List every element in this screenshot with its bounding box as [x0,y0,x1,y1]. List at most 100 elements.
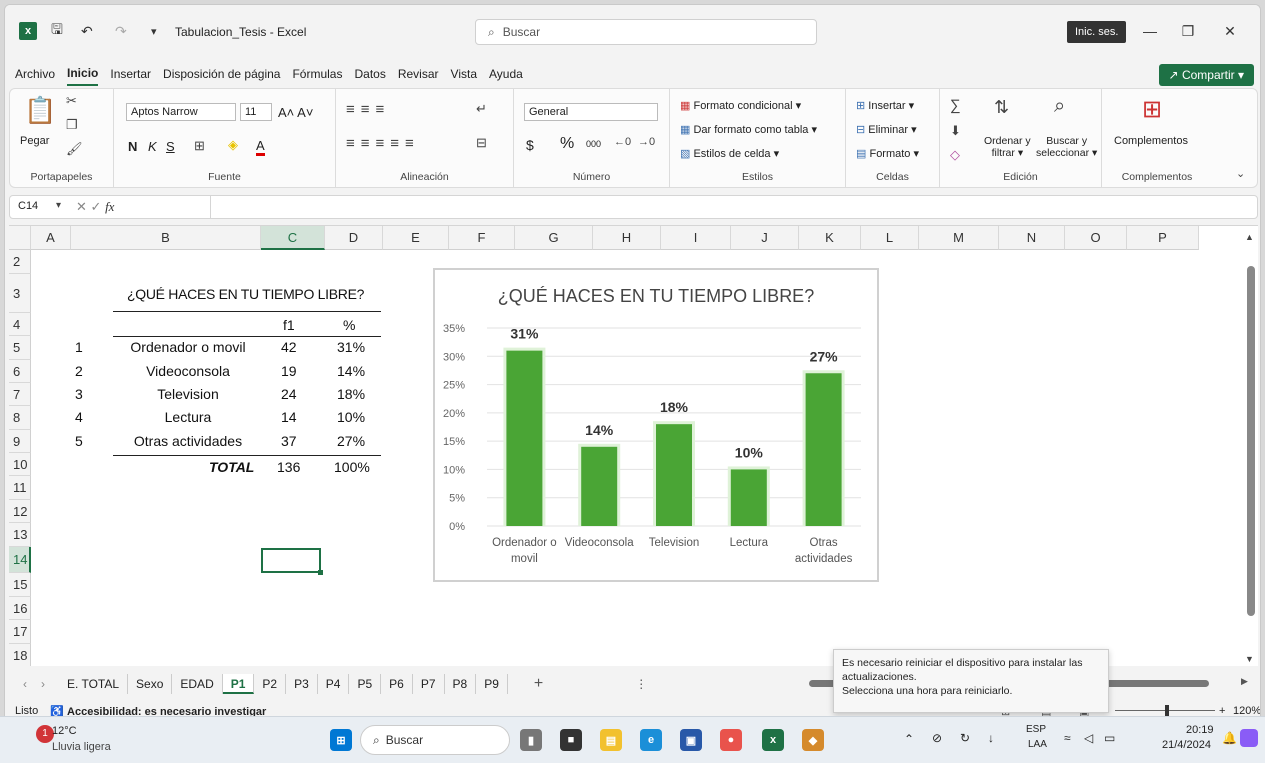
tab-ayuda[interactable]: Ayuda [489,63,523,85]
scroll-right-icon[interactable]: ▶ [1241,676,1248,687]
row-header-11[interactable]: 11 [9,476,31,500]
volume-icon[interactable]: ◁ [1084,731,1093,745]
row-header-16[interactable]: 16 [9,597,31,620]
search-box[interactable]: ⌕ Buscar [475,19,817,45]
insert-cells-button[interactable]: ⊞ Insertar ▾ [856,99,914,112]
add-sheet-button[interactable]: + [508,675,569,693]
wrap-text-icon[interactable]: ↵ [476,101,487,117]
wifi-icon[interactable]: ≈ [1064,731,1071,745]
spreadsheet-grid[interactable]: ABCDEFGHIJKLMNOP 2 3 4 5 6 7 8 9 10 11 12 13 14 15 16 1… [9,225,1258,666]
redo-icon[interactable]: ↷ [115,22,127,40]
zoom-slider-thumb[interactable] [1165,705,1169,716]
sheet-tab-p2[interactable]: P2 [254,674,287,694]
format-painter-icon[interactable]: 🖌 [66,141,83,157]
language-primary[interactable]: ESP [1026,724,1046,735]
sheet-tab-p7[interactable]: P7 [413,674,445,694]
tab-formulas[interactable]: Fórmulas [292,63,342,85]
addins-icon[interactable]: ⊞ [1142,95,1162,124]
save-icon[interactable]: 🖫 [51,21,63,40]
sheet-tab-sexo[interactable]: Sexo [128,674,173,694]
cancel-icon[interactable]: ✕ [76,199,87,214]
horizontal-align-icons[interactable]: ≡≡≡≡≡ [346,135,420,152]
addins-button[interactable]: Complementos [1114,135,1188,147]
language-secondary[interactable]: LAA [1028,739,1047,750]
row-header-8[interactable]: 8 [9,406,31,430]
select-all-corner[interactable] [9,226,31,250]
row-header-15[interactable]: 15 [9,573,31,597]
share-button[interactable]: ↗ Compartir ▾ [1158,64,1254,86]
enter-icon[interactable]: ✓ [91,199,102,214]
sheet-tab-p8[interactable]: P8 [445,674,477,694]
paste-icon[interactable]: 📋 [24,95,56,126]
row-header-13[interactable]: 13 [9,523,31,547]
column-header-b[interactable]: B [71,226,261,250]
clock-time[interactable]: 20:19 [1186,724,1214,736]
selected-cell-c14[interactable] [261,548,323,575]
name-box[interactable]: C14 [18,200,38,212]
tray-chevron-icon[interactable]: ⌃ [904,732,914,746]
sheet-tab-p1[interactable]: P1 [222,674,255,694]
bar-chart[interactable]: ¿QUÉ HACES EN TU TIEMPO LIBRE? 0% 5% 10% 15%… [433,268,879,582]
tab-datos[interactable]: Datos [354,63,385,85]
cell-styles-button[interactable]: ▧ Estilos de celda ▾ [680,147,779,160]
weather-temp[interactable]: 12°C [52,725,77,737]
column-header-a[interactable]: A [31,226,71,250]
find-select-button[interactable]: Buscar y seleccionar ▾ [1036,135,1097,159]
format-cells-button[interactable]: ▤ Formato ▾ [856,147,919,160]
row-header-10[interactable]: 10 [9,453,31,476]
row-header-12[interactable]: 12 [9,500,31,523]
scroll-up-icon[interactable]: ▲ [1245,232,1254,242]
row-header-3[interactable]: 3 [9,274,31,313]
chrome-icon[interactable]: ● [720,729,742,751]
tab-insertar[interactable]: Insertar [110,63,151,85]
row-header-7[interactable]: 7 [9,383,31,406]
grow-font-icon[interactable]: A˄ A˅ [278,105,313,120]
underline-button[interactable]: S [166,139,175,154]
sheet-tab-edad[interactable]: EDAD [172,674,223,694]
row-header-5[interactable]: 5 [9,336,31,360]
name-box-dropdown-icon[interactable]: ▾ [56,200,61,211]
task-view-icon[interactable]: ■ [560,729,582,751]
more-icon[interactable]: ⋮ [635,677,647,691]
signin-button[interactable]: Inic. ses. [1067,21,1127,43]
notifications-icon[interactable]: 🔔 [1222,731,1237,745]
autosum-icon[interactable]: ∑ [950,97,961,114]
sheet-tab-p3[interactable]: P3 [286,674,318,694]
refresh-icon[interactable]: ↻ [960,731,970,745]
column-header-l[interactable]: L [861,226,919,250]
clock-date[interactable]: 21/4/2024 [1162,739,1211,751]
percent-button[interactable]: % [560,135,574,153]
sheet-tab-p6[interactable]: P6 [381,674,413,694]
fx-icon[interactable]: fx [105,199,114,214]
tab-inicio[interactable]: Inicio [67,62,99,86]
cut-icon[interactable]: ✂ [66,93,77,109]
tab-revisar[interactable]: Revisar [398,63,439,85]
row-header-14[interactable]: 14 [9,547,31,573]
prev-sheet-icon[interactable]: ‹ [9,677,41,691]
decrease-decimal-icon[interactable]: →0 [638,136,655,148]
column-header-c[interactable]: C [261,226,325,250]
column-header-f[interactable]: F [449,226,515,250]
fill-color-icon[interactable]: ◈ [228,137,238,153]
sheet-tab-p5[interactable]: P5 [349,674,382,694]
column-header-o[interactable]: O [1065,226,1127,250]
merge-cells-icon[interactable]: ⊟ [476,135,487,151]
row-header-18[interactable]: 18 [9,644,31,666]
restore-icon[interactable]: ❐ [1171,19,1205,43]
column-header-j[interactable]: J [731,226,799,250]
usb-icon[interactable]: ↓ [988,731,994,745]
tray-app-icon[interactable]: ⊘ [932,731,942,745]
row-header-17[interactable]: 17 [9,620,31,644]
excel-taskbar-icon[interactable]: x [762,729,784,751]
minimize-icon[interactable]: — [1133,19,1167,43]
copy-icon[interactable]: ❐ [66,117,78,133]
increase-decimal-icon[interactable]: ←0 [614,136,631,148]
vertical-align-icons[interactable]: ≡≡≡ [346,101,390,118]
currency-button[interactable]: $ [526,137,534,153]
update-notification[interactable]: Es necesario reiniciar el dispositivo pa… [833,649,1109,713]
sort-filter-button[interactable]: Ordenar y filtrar ▾ [984,135,1031,159]
font-color-icon[interactable]: A [256,138,265,156]
tab-disposicion[interactable]: Disposición de página [163,63,280,85]
file-explorer-icon[interactable]: ▤ [600,729,622,751]
font-name-select[interactable]: Aptos Narrow [126,103,236,121]
